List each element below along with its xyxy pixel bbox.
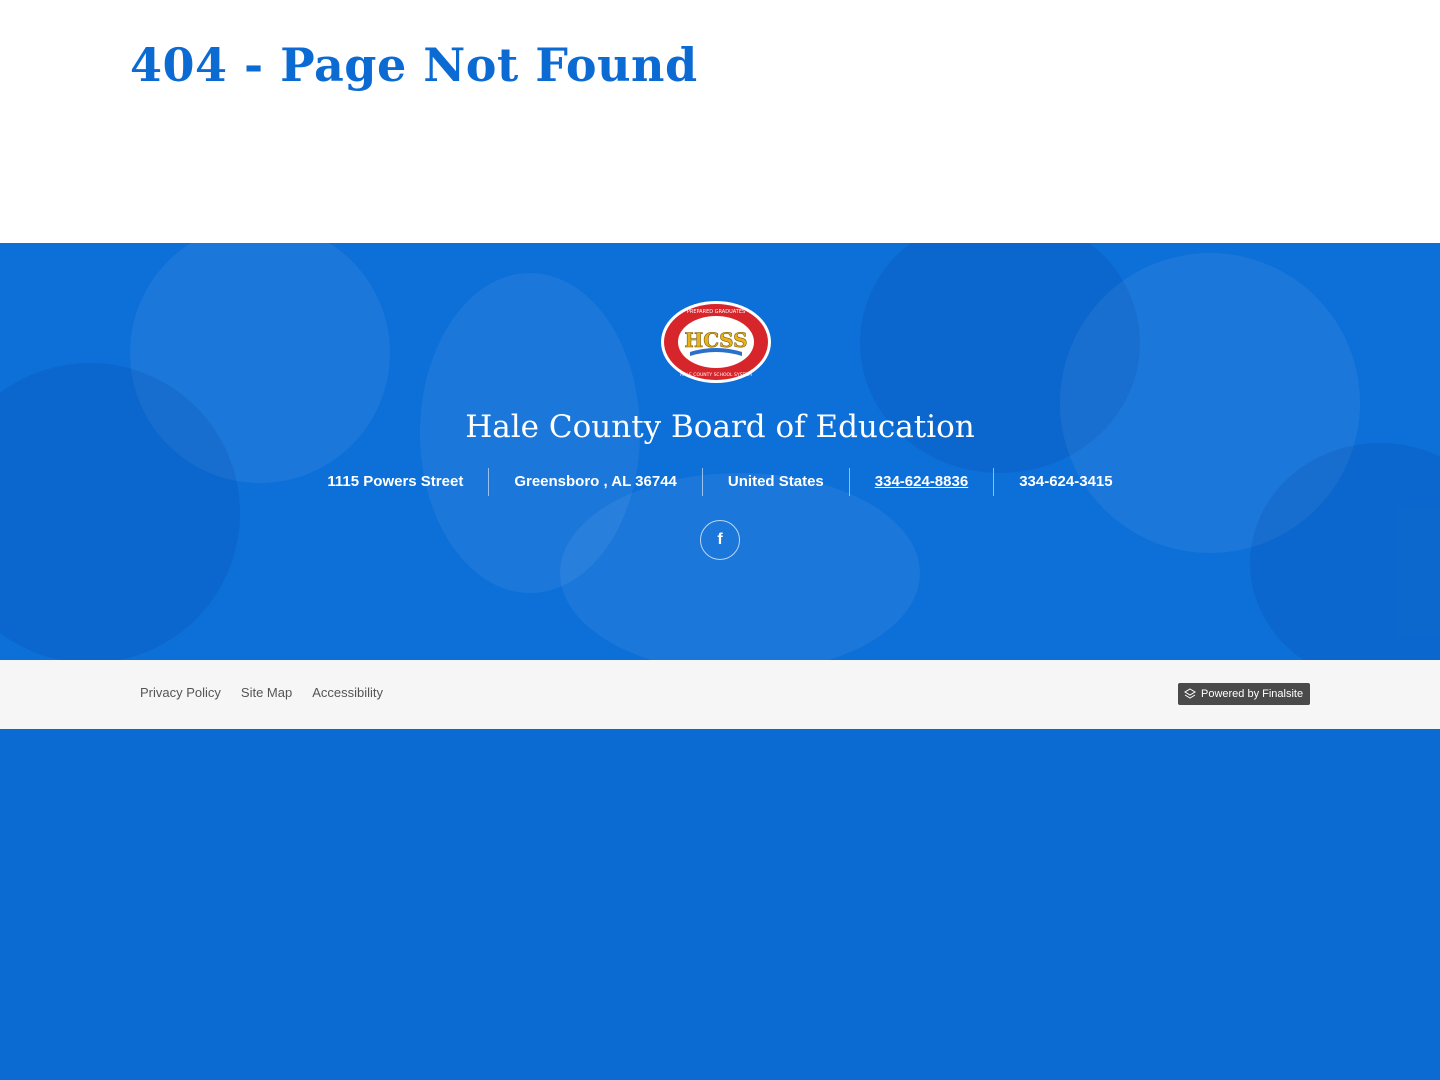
- background-photo-shape: [560, 473, 920, 660]
- privacy-policy-link[interactable]: Privacy Policy: [140, 685, 221, 700]
- organization-name: Hale County Board of Education: [465, 409, 975, 445]
- page-title: 404 - Page Not Found: [130, 38, 698, 92]
- main-content: 404 - Page Not Found: [0, 0, 1440, 243]
- bottom-bar: Privacy Policy Site Map Accessibility Po…: [0, 660, 1440, 729]
- facebook-glyph: f: [717, 531, 723, 548]
- powered-by-text: Powered by Finalsite: [1201, 688, 1304, 700]
- bottom-links: Privacy Policy Site Map Accessibility: [140, 685, 383, 700]
- hcss-logo[interactable]: HCSS PREPARED GRADUATES HALE COUNTY SCHO…: [660, 300, 772, 384]
- finalsite-icon: [1184, 688, 1196, 699]
- logo-top-text: PREPARED GRADUATES: [687, 309, 745, 315]
- country: United States: [701, 468, 849, 496]
- street-address: 1115 Powers Street: [327, 473, 464, 490]
- site-map-link[interactable]: Site Map: [241, 685, 292, 700]
- powered-by-finalsite-badge[interactable]: Powered by Finalsite: [1178, 683, 1310, 705]
- logo-bottom-text: HALE COUNTY SCHOOL SYSTEM: [680, 372, 752, 378]
- contact-info: 1115 Powers Street Greensboro , AL 36744…: [0, 468, 1440, 496]
- city-state-zip: Greensboro , AL 36744: [488, 468, 702, 496]
- logo-main-text: HCSS: [684, 328, 747, 352]
- facebook-icon[interactable]: f: [700, 520, 740, 560]
- accessibility-link[interactable]: Accessibility: [312, 685, 383, 700]
- site-footer: HCSS PREPARED GRADUATES HALE COUNTY SCHO…: [0, 243, 1440, 660]
- phone-link[interactable]: 334-624-8836: [848, 468, 993, 496]
- fax-number: 334-624-3415: [993, 468, 1137, 496]
